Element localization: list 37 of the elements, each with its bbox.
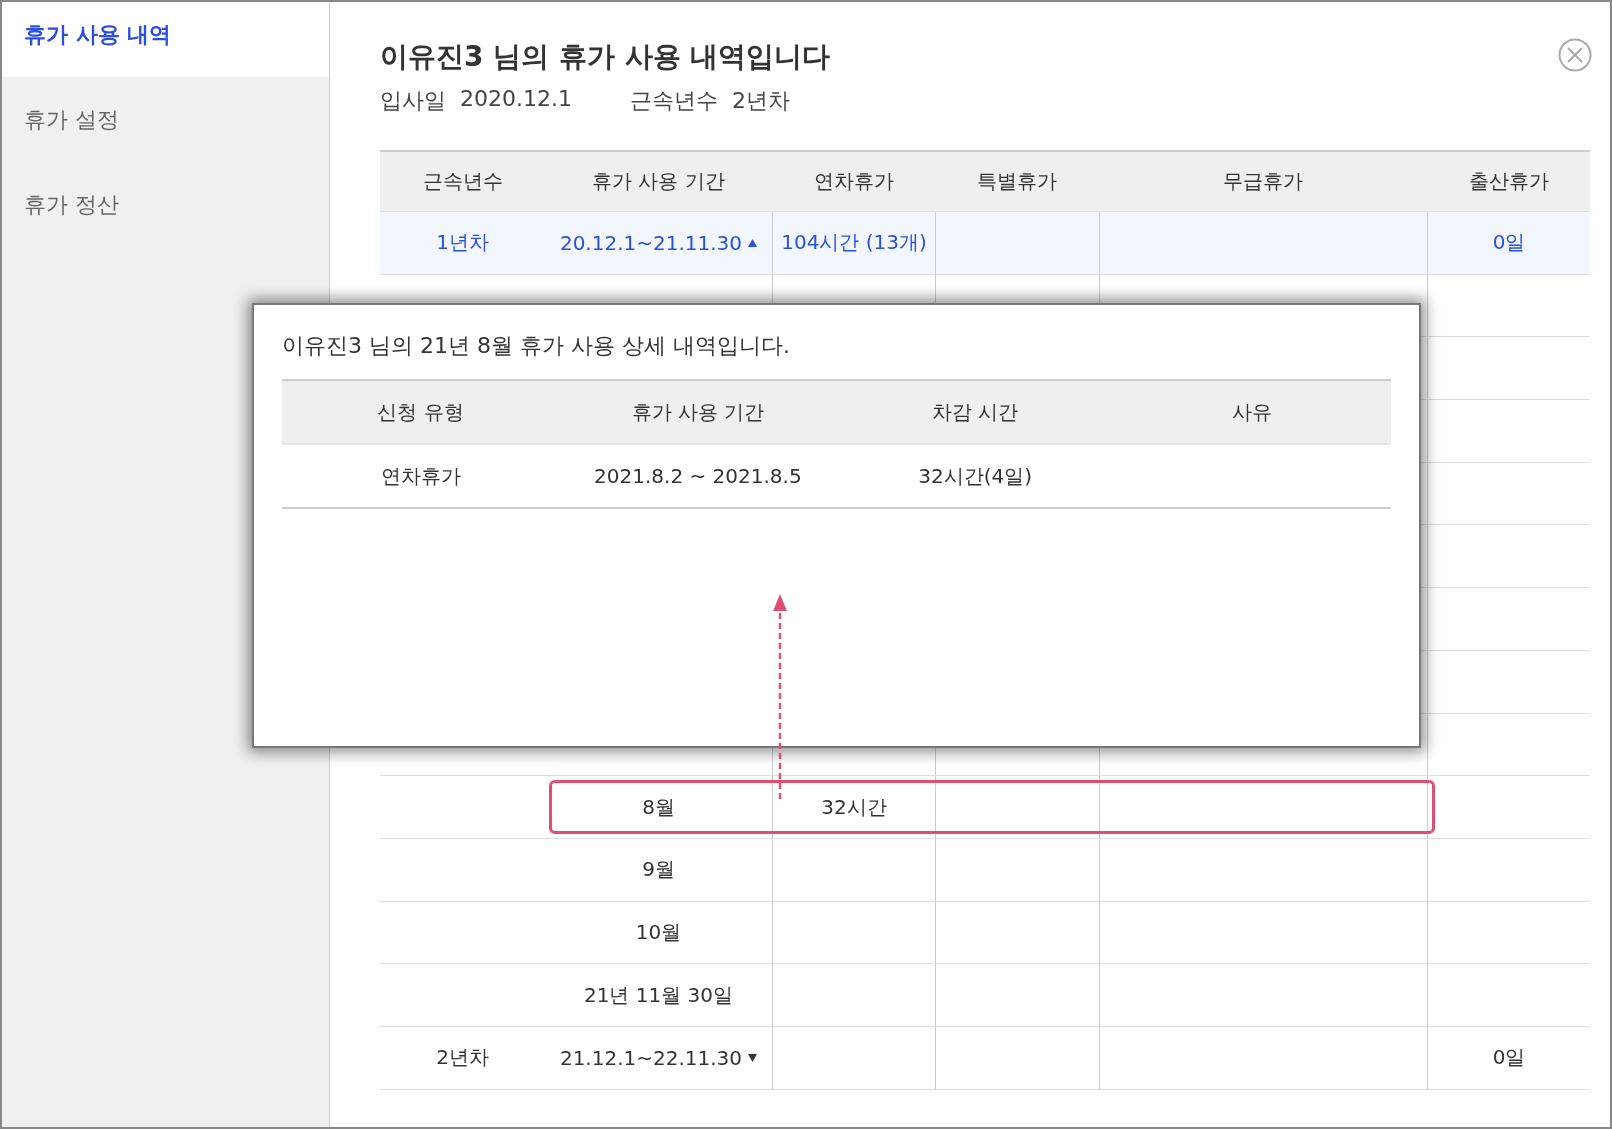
column-header: 휴가 사용 기간 (591, 168, 726, 195)
period-cell: 21년 11월 30일 (583, 981, 734, 1009)
tenure-cell: 1년차 (436, 229, 489, 257)
column-header: 특별휴가 (976, 168, 1058, 195)
tenure-value: 2년차 (731, 87, 790, 115)
column-header: 근속년수 (421, 168, 504, 195)
column-header: 무급휴가 (1222, 168, 1304, 195)
period-cell: 8월 (642, 793, 675, 821)
popup-title: 이유진3 님의 21년 8월 휴가 사용 상세 내역입니다. (282, 332, 791, 360)
maternity-leave-cell: 0일 (1492, 1044, 1526, 1072)
table-cell: 연차휴가 (380, 462, 461, 490)
join-label: 입사일 (380, 87, 446, 115)
table-cell: 2021.8.2 ~ 2021.8.5 (594, 464, 802, 488)
caret-up-icon[interactable] (748, 238, 758, 247)
sidebar-item[interactable]: 휴가 설정 (2, 77, 329, 162)
join-date: 2020.12.1 (460, 86, 572, 113)
tenure-cell: 2년차 (436, 1044, 489, 1072)
sidebar-item[interactable]: 휴가 사용 내역 (2, 2, 329, 77)
column-header: 신청 유형 (376, 398, 465, 426)
column-header: 연차휴가 (812, 168, 895, 195)
period-cell: 9월 (642, 856, 675, 884)
tenure-label: 근속년수 (629, 87, 718, 115)
annual-leave-cell: 104시간 (13개) (781, 229, 927, 257)
column-header: 휴가 사용 기간 (630, 398, 766, 426)
column-header: 차감 시간 (930, 398, 1020, 426)
annual-leave-cell: 32시간 (821, 793, 887, 821)
caret-down-icon[interactable] (748, 1053, 758, 1062)
selected-row[interactable]: 1년차 20.12.1~21.11.30 104시간 (13개) 0일 (380, 212, 1590, 275)
period-cell: 10월 (635, 918, 682, 946)
sidebar-item[interactable]: 휴가 정산 (2, 162, 329, 247)
page-title: 이유진3 님의 휴가 사용 내역입니다 (380, 39, 831, 75)
period-cell[interactable]: 20.12.1~21.11.30 (559, 230, 743, 255)
table-cell: 32시간(4일) (918, 462, 1032, 490)
column-header: 사유 (1231, 398, 1274, 426)
period-cell[interactable]: 21.12.1~22.11.30 (559, 1045, 743, 1070)
maternity-leave-cell: 0일 (1492, 229, 1526, 257)
column-header: 출산휴가 (1467, 168, 1550, 195)
